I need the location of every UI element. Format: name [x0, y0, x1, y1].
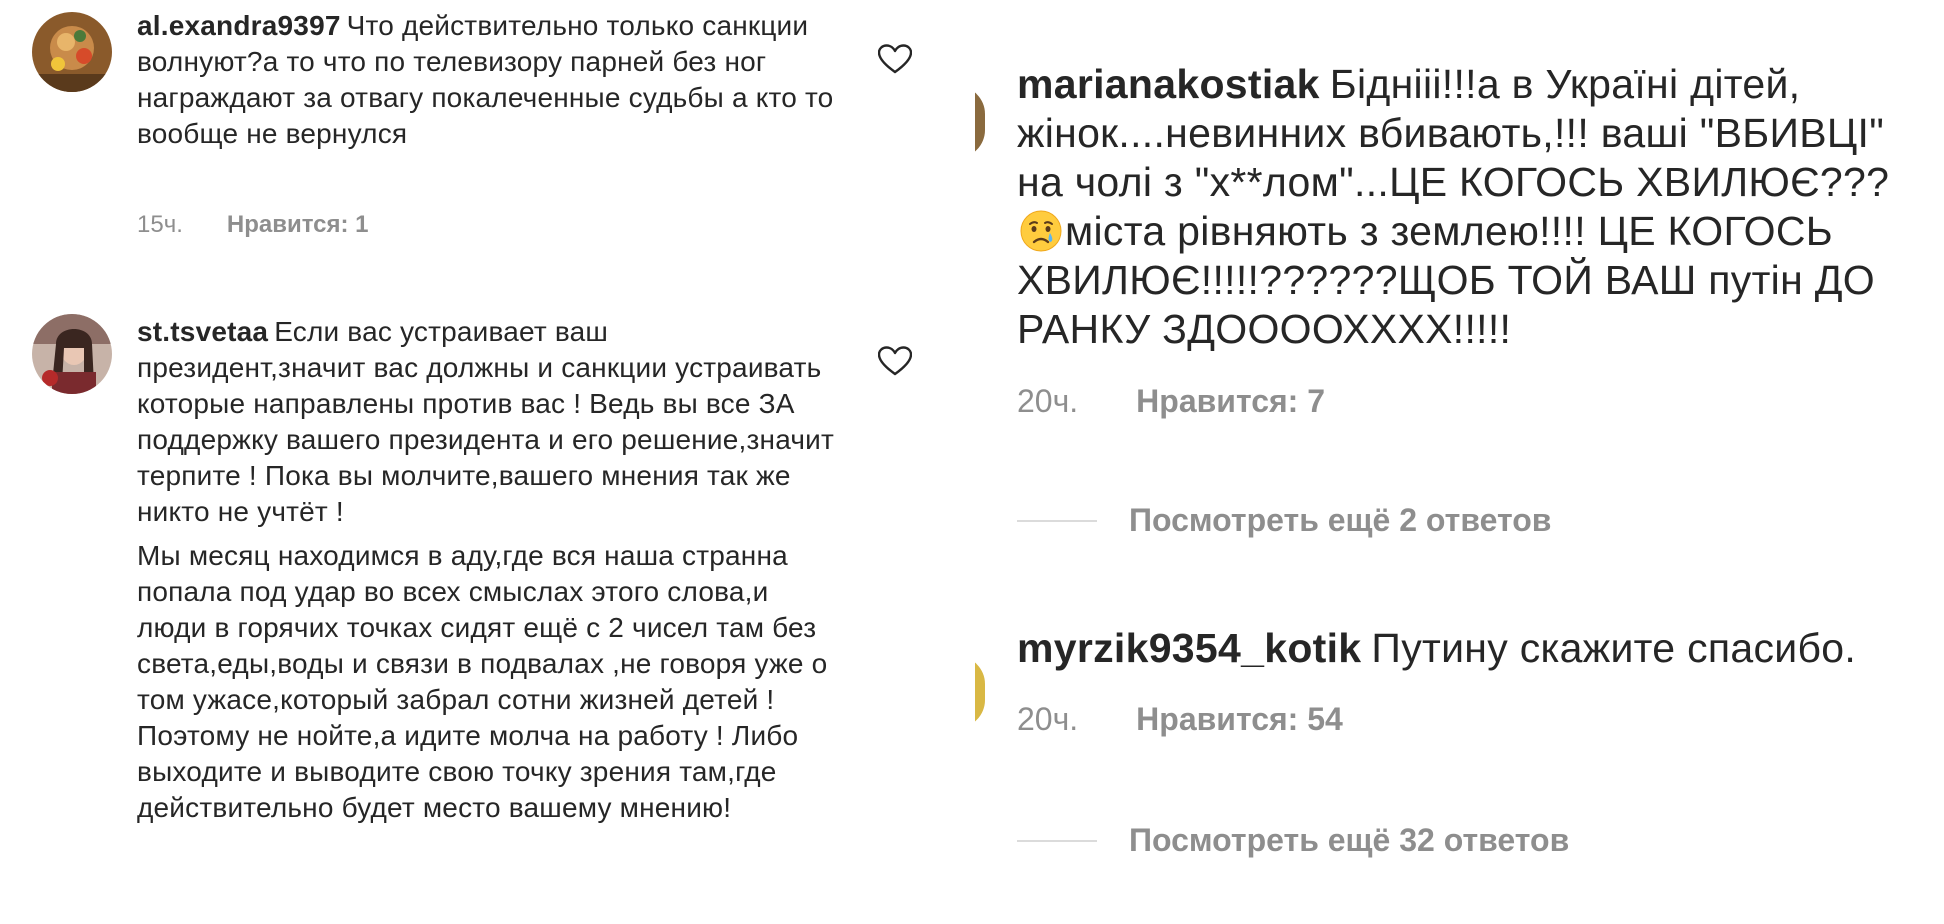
replies-divider-line — [1017, 519, 1097, 522]
comment-content: Если вас устраивает ваш президент,значит… — [137, 316, 835, 527]
timestamp[interactable]: 20ч. — [1017, 383, 1078, 420]
view-replies-label: Посмотреть ещё 32 ответов — [1129, 822, 1570, 858]
comment-text: marianakostiak Бідніii!!!а в Україні діте… — [1017, 60, 1937, 354]
likes-count[interactable]: Нравится: 7 — [1136, 383, 1325, 420]
comment-text: al.exandra9397 Что действительно только с… — [137, 8, 837, 152]
crying-face-emoji — [1019, 209, 1063, 253]
heart-outline-icon[interactable] — [878, 44, 912, 74]
comment-meta: 20ч. Нравится: 7 — [1017, 383, 1325, 420]
avatar[interactable] — [32, 314, 112, 394]
timestamp[interactable]: 15ч. — [137, 211, 183, 239]
comment-text: myrzik9354_kotik Путину скажите спасибо. — [1017, 624, 1937, 673]
username-link[interactable]: marianakostiak — [1017, 61, 1320, 107]
view-replies-label: Посмотреть ещё 2 ответов — [1129, 502, 1552, 538]
comment-content: Путину скажите спасибо. — [1371, 625, 1857, 671]
username-link[interactable]: st.tsvetaa — [137, 316, 268, 347]
likes-count[interactable]: Нравится: 54 — [1136, 701, 1343, 738]
left-comments-panel: al.exandra9397 Что действительно только с… — [0, 0, 975, 924]
comment-meta: 15ч. Нравится: 1 — [137, 211, 369, 239]
username-link[interactable]: myrzik9354_kotik — [1017, 625, 1361, 671]
comment-meta: 20ч. Нравится: 54 — [1017, 701, 1343, 738]
view-replies-button[interactable]: Посмотреть ещё 32 ответов — [1017, 822, 1569, 859]
timestamp[interactable]: 20ч. — [1017, 701, 1078, 738]
avatar[interactable] — [32, 12, 112, 92]
comment-text: st.tsvetaa Если вас устраивает ваш презид… — [137, 314, 837, 826]
view-replies-button[interactable]: Посмотреть ещё 2 ответов — [1017, 502, 1551, 539]
heart-outline-icon[interactable] — [878, 346, 912, 376]
likes-count[interactable]: Нравится: 1 — [227, 211, 369, 239]
replies-divider-line — [1017, 839, 1097, 842]
right-comments-panel: marianakostiak Бідніii!!!а в Україні діте… — [975, 0, 1944, 924]
comment-content: міста рівняють з землею!!!! ЦЕ КОГОСЬ ХВ… — [1017, 208, 1875, 352]
comment-content: Мы месяц находимся в аду,где вся наша ст… — [137, 540, 828, 823]
username-link[interactable]: al.exandra9397 — [137, 10, 341, 41]
avatar[interactable] — [975, 86, 985, 158]
avatar[interactable] — [975, 656, 985, 728]
